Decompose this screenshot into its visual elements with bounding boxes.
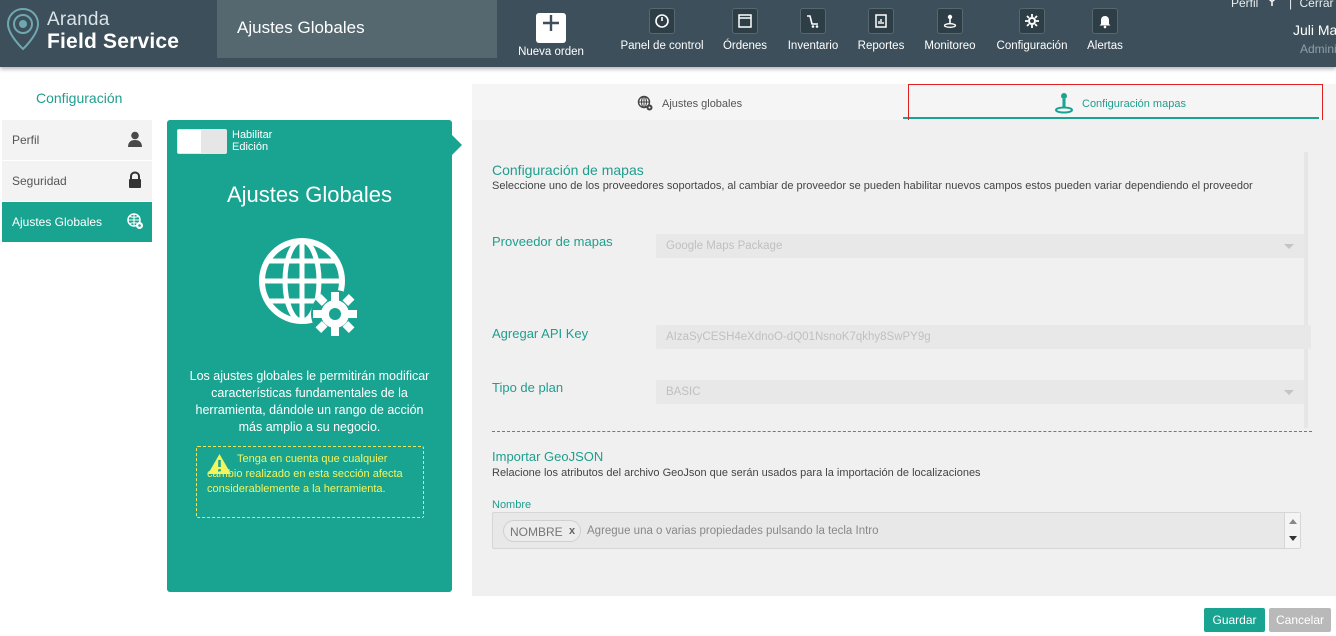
spin-buttons[interactable]: [1284, 513, 1300, 548]
card-pointer: [451, 134, 462, 156]
plan-label: Tipo de plan: [492, 380, 564, 395]
key-icon: [1268, 0, 1275, 6]
provider-select[interactable]: Google Maps Package: [656, 234, 1304, 258]
tab-ajustes-globales[interactable]: Ajustes globales: [637, 84, 757, 120]
property-tag: NOMBRE x: [503, 520, 581, 542]
new-order-label: Nueva orden: [518, 46, 584, 58]
nav-label: Inventario: [787, 40, 839, 52]
nav-reportes[interactable]: Reportes: [855, 8, 907, 58]
user-area: Perfil | Cerrar Sesió Juli Mancera Admin…: [1186, 0, 1336, 60]
sidebar-item-perfil[interactable]: Perfil: [2, 120, 152, 160]
cart-icon: [800, 8, 826, 34]
user-role: Administrado: [1300, 42, 1336, 56]
nav-panel-de-control[interactable]: Panel de control: [617, 8, 707, 58]
chevron-down-icon: [1284, 390, 1294, 395]
maps-section-title: Configuración de mapas: [492, 162, 644, 178]
nav-inventario[interactable]: Inventario: [784, 8, 842, 58]
geojson-properties-input[interactable]: NOMBRE x Agregue una o varias propiedade…: [492, 512, 1301, 549]
nav-label: Alertas: [1087, 40, 1123, 52]
user-links: Perfil | Cerrar Sesió: [1231, 0, 1336, 10]
sidebar-item-label: Ajustes Globales: [12, 215, 103, 229]
sidebar-item-ajustes-globales[interactable]: Ajustes Globales: [2, 202, 152, 242]
provider-label: Proveedor de mapas: [492, 234, 613, 249]
nav-label: Reportes: [857, 40, 905, 52]
globe-settings-icon: [259, 238, 359, 338]
geojson-section-title: Importar GeoJSON: [492, 449, 604, 464]
user-name: Juli Mancera: [1293, 22, 1336, 38]
bell-icon: [1092, 8, 1118, 34]
tags-placeholder: Agregue una o varias propiedades pulsand…: [587, 525, 879, 537]
nav-monitoreo[interactable]: Monitoreo: [920, 8, 980, 58]
tag-remove-button[interactable]: x: [569, 525, 575, 537]
window-icon: [732, 8, 758, 34]
section-divider: [492, 431, 1312, 432]
nav-ordenes[interactable]: Órdenes: [718, 8, 772, 58]
plan-select[interactable]: BASIC: [656, 380, 1304, 404]
nav-label: Configuración: [996, 40, 1068, 52]
globe-gear-icon: [126, 212, 144, 233]
profile-link[interactable]: Perfil: [1231, 0, 1258, 10]
dashboard-icon: [649, 8, 675, 34]
sidebar-item-seguridad[interactable]: Seguridad: [2, 161, 152, 201]
top-navbar: Aranda Field Service Ajustes Globales Nu…: [0, 0, 1336, 67]
lock-icon: [126, 171, 144, 192]
warning-text: Tenga en cuenta que cualquier cambio rea…: [207, 453, 403, 495]
sidebar-item-label: Seguridad: [12, 174, 67, 188]
save-button[interactable]: Guardar: [1204, 608, 1265, 632]
api-key-label: Agregar API Key: [492, 326, 589, 341]
tab-label: Ajustes globales: [662, 98, 743, 110]
plus-icon: [536, 13, 566, 43]
sidebar-title: Configuración: [36, 90, 123, 106]
sidebar-item-label: Perfil: [12, 133, 40, 147]
logout-link[interactable]: Cerrar Sesió: [1300, 0, 1336, 10]
nav-alertas[interactable]: Alertas: [1083, 8, 1127, 58]
chevron-down-icon: [1284, 244, 1294, 249]
page-header: Ajustes Globales: [217, 0, 497, 58]
api-key-input[interactable]: AIzaSyCESH4eXdnoO-dQ01NsnoK7qkhy8SwPY9g: [656, 325, 1311, 349]
toggle-label: Habilitar Edición: [232, 129, 273, 153]
cancel-button[interactable]: Cancelar: [1269, 608, 1331, 632]
new-order-button[interactable]: Nueva orden: [512, 8, 590, 58]
nav-configuracion[interactable]: Configuración: [993, 8, 1071, 58]
card-description: Los ajustes globales le permitirán modif…: [189, 369, 430, 434]
name-label: Nombre: [492, 499, 532, 511]
brand-logo[interactable]: Aranda Field Service: [6, 5, 186, 57]
geojson-section-subtitle: Relacione los atributos del archivo GeoJ…: [492, 467, 981, 479]
page-title: Ajustes Globales: [237, 18, 365, 37]
enable-edit-toggle[interactable]: [177, 129, 227, 154]
api-key-value: AIzaSyCESH4eXdnoO-dQ01NsnoK7qkhy8SwPY9g: [666, 331, 931, 343]
location-pin-icon: [6, 7, 40, 51]
arrow-down-icon[interactable]: [1289, 536, 1297, 541]
maps-section-subtitle: Seleccione uno de los proveedores soport…: [492, 180, 1253, 192]
warning-box: Tenga en cuenta que cualquier cambio rea…: [196, 446, 424, 518]
globe-gear-icon: [637, 95, 653, 111]
card-title: Ajustes Globales: [226, 182, 393, 207]
monitor-icon: [937, 8, 963, 34]
user-icon: [126, 130, 144, 151]
brand-name-top: Aranda: [47, 9, 110, 30]
toggle-knob: [178, 130, 201, 153]
plan-value: BASIC: [666, 386, 701, 398]
nav-label: Panel de control: [620, 40, 704, 52]
highlight-box: [908, 84, 1323, 123]
nav-label: Monitoreo: [924, 40, 976, 52]
brand-name-bottom: Field Service: [47, 30, 180, 53]
provider-value: Google Maps Package: [666, 240, 783, 252]
report-icon: [868, 8, 894, 34]
nav-label: Órdenes: [722, 40, 768, 52]
info-card: Habilitar Edición Ajustes Globales Los a…: [167, 120, 462, 592]
arrow-up-icon[interactable]: [1289, 519, 1297, 524]
scrollbar[interactable]: [1304, 152, 1308, 428]
tag-label: NOMBRE: [510, 525, 563, 539]
gear-icon: [1019, 8, 1045, 34]
separator: |: [1289, 0, 1293, 10]
